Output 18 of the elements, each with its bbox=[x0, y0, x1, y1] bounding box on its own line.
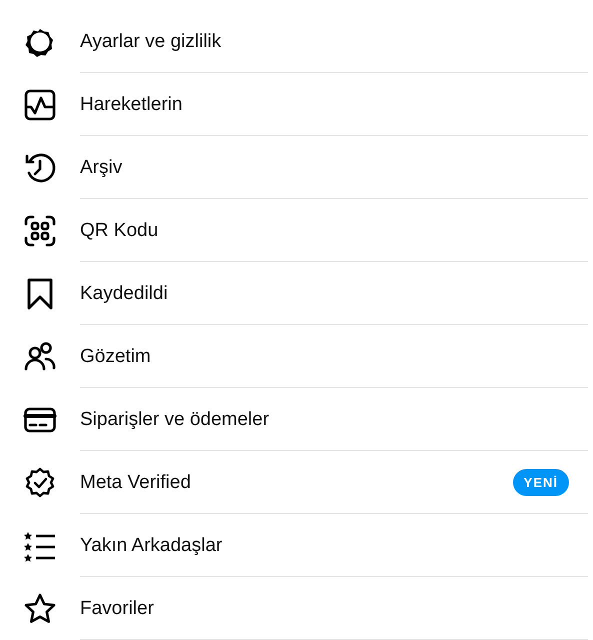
activity-chart-icon bbox=[24, 88, 56, 120]
history-icon bbox=[24, 152, 56, 184]
menu-item[interactable]: QR Kodu bbox=[80, 220, 158, 242]
star-list-icon bbox=[24, 530, 56, 562]
people-icon bbox=[24, 340, 56, 372]
menu-item[interactable]: Yakın Arkadaşlar bbox=[80, 534, 222, 556]
menu-item[interactable]: Hareketlerin bbox=[80, 94, 182, 116]
menu-item[interactable]: Arşiv bbox=[80, 156, 122, 178]
menu-item[interactable]: Kaydedildi bbox=[80, 282, 168, 304]
menu-item[interactable]: Gözetim bbox=[80, 346, 151, 368]
verified-badge-icon bbox=[24, 466, 56, 498]
menu-item[interactable]: Favoriler bbox=[80, 598, 154, 620]
star-icon bbox=[24, 592, 56, 624]
menu-item[interactable]: Ayarlar ve gizlilik bbox=[80, 30, 222, 52]
new-badge: YENİ bbox=[512, 469, 569, 496]
menu-item[interactable]: Meta Verified bbox=[80, 472, 191, 494]
qr-code-icon bbox=[24, 214, 56, 246]
menu-item[interactable]: Siparişler ve ödemeler bbox=[80, 408, 270, 430]
